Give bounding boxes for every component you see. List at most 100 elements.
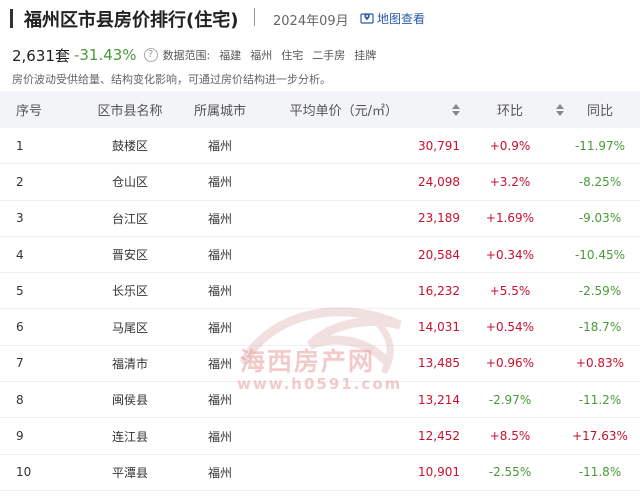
cell-yoy: -18.7% <box>578 320 622 335</box>
cell-rank: 4 <box>16 247 24 262</box>
cell-yoy: -9.03% <box>578 211 622 226</box>
cell-rank: 5 <box>16 283 24 298</box>
cell-rank: 2 <box>16 174 24 189</box>
cell-price: 23,189 <box>418 211 460 226</box>
cell-yoy: -2.59% <box>578 283 622 298</box>
cell-city: 福州 <box>207 175 232 190</box>
table-row[interactable]: 4 晋安区 福州 20,584 +0.34% -10.45% <box>0 237 640 274</box>
cell-mom: +1.69% <box>485 211 535 226</box>
cell-price: 16,232 <box>418 283 460 298</box>
header-mom[interactable]: 环比 <box>460 100 564 119</box>
header-district: 区市县名称 <box>97 104 163 119</box>
cell-yoy: +0.83% <box>575 356 625 371</box>
table-row[interactable]: 8 闽侯县 福州 13,214 -2.97% -11.2% <box>0 382 640 419</box>
cell-city: 福州 <box>207 284 232 299</box>
cell-rank: 9 <box>16 429 24 444</box>
table-row[interactable]: 3 台江区 福州 23,189 +1.69% -9.03% <box>0 201 640 237</box>
cell-district[interactable]: 鼓楼区 <box>80 137 180 154</box>
cell-price: 24,098 <box>418 174 460 189</box>
table-row[interactable]: 6 马尾区 福州 14,031 +0.54% -18.7% <box>0 309 640 346</box>
cell-rank: 8 <box>16 392 24 407</box>
table-row[interactable]: 2 仓山区 福州 24,098 +3.2% -8.25% <box>0 164 640 201</box>
price-note: 房价波动受供给量、结构变化影响，可通过房价结构进一步分析。 <box>12 73 331 86</box>
help-icon[interactable]: ? <box>143 48 158 62</box>
cell-rank: 10 <box>16 465 32 480</box>
cell-price: 13,214 <box>418 392 460 407</box>
header-price-label: 平均单价（元/㎡） <box>289 104 398 119</box>
table-row[interactable]: 1 鼓楼区 福州 30,791 +0.9% -11.97% <box>0 128 640 165</box>
table-row[interactable]: 5 长乐区 福州 16,232 +5.5% -2.59% <box>0 273 640 310</box>
cell-city: 福州 <box>207 393 232 408</box>
sort-icon[interactable] <box>556 103 564 116</box>
map-pin-icon <box>360 13 374 24</box>
cell-rank: 7 <box>16 356 24 371</box>
cell-yoy: -11.97% <box>574 138 626 153</box>
cell-mom: +0.54% <box>485 320 535 335</box>
ranking-table: 序号 区市县名称 所属城市 平均单价（元/㎡） 环比 同比 1 鼓楼区 福州 30,7… <box>0 91 640 491</box>
cell-mom: -2.55% <box>488 465 532 480</box>
cell-city: 福州 <box>207 248 232 263</box>
cell-yoy: -11.8% <box>578 465 622 480</box>
cell-district[interactable]: 仓山区 <box>80 173 180 190</box>
cell-yoy: -10.45% <box>574 247 626 262</box>
cell-yoy: -11.2% <box>578 392 622 407</box>
cell-mom: +5.5% <box>489 283 531 298</box>
cell-district[interactable]: 平潭县 <box>80 464 180 481</box>
cell-rank: 3 <box>16 211 24 226</box>
sort-icon[interactable] <box>452 103 460 116</box>
header-rank: 序号 <box>16 104 43 119</box>
table-header: 序号 区市县名称 所属城市 平均单价（元/㎡） 环比 同比 <box>0 91 640 128</box>
title-accent-bar <box>10 9 13 28</box>
cell-district[interactable]: 台江区 <box>80 210 180 227</box>
scope-item-market[interactable]: 二手房 <box>312 47 345 63</box>
cell-district[interactable]: 长乐区 <box>80 282 180 299</box>
cell-mom: +8.5% <box>489 429 531 444</box>
page-title: 福州区市县房价排行(住宅) <box>24 10 239 31</box>
map-view-label: 地图查看 <box>377 11 426 26</box>
listing-change: -31.43% <box>73 46 137 64</box>
scope-item-type[interactable]: 住宅 <box>281 47 303 63</box>
scope-item-city[interactable]: 福州 <box>250 47 272 63</box>
header-city: 所属城市 <box>193 104 246 119</box>
scope-item-source[interactable]: 挂牌 <box>354 47 376 63</box>
map-view-link[interactable]: 地图查看 <box>360 8 425 28</box>
table-body: 1 鼓楼区 福州 30,791 +0.9% -11.97% 2 仓山区 福州 24,098 +3.2… <box>0 128 640 491</box>
cell-price: 14,031 <box>418 320 460 335</box>
cell-city: 福州 <box>207 211 232 226</box>
cell-district[interactable]: 连江县 <box>80 428 180 445</box>
header-yoy: 同比 <box>586 104 613 119</box>
table-row[interactable]: 7 福清市 福州 13,485 +0.96% +0.83% <box>0 346 640 383</box>
cell-mom: +0.34% <box>485 247 535 262</box>
cell-price: 13,485 <box>418 356 460 371</box>
title-divider <box>254 8 255 26</box>
cell-city: 福州 <box>207 320 232 335</box>
page-header: 福州区市县房价排行(住宅) 2024年09月 地图查看 <box>0 0 640 40</box>
table-row[interactable]: 9 连江县 福州 12,452 +8.5% +17.63% <box>0 418 640 455</box>
cell-district[interactable]: 福清市 <box>80 355 180 372</box>
cell-district[interactable]: 闽侯县 <box>80 391 180 408</box>
date-label: 2024年09月 <box>273 14 349 29</box>
cell-mom: +3.2% <box>489 174 531 189</box>
scope-label: 数据范围: <box>162 49 211 62</box>
cell-city: 福州 <box>207 465 232 480</box>
cell-price: 10,901 <box>418 465 460 480</box>
cell-price: 12,452 <box>418 429 460 444</box>
summary-stats: 2,631套 -31.43% ? 数据范围: 福建 福州 住宅 二手房 挂牌 <box>12 45 376 65</box>
cell-city: 福州 <box>207 356 232 371</box>
cell-district[interactable]: 晋安区 <box>80 246 180 263</box>
table-row[interactable]: 10 平潭县 福州 10,901 -2.55% -11.8% <box>0 455 640 491</box>
cell-city: 福州 <box>207 429 232 444</box>
scope-item-province[interactable]: 福建 <box>219 47 241 63</box>
cell-price: 30,791 <box>418 138 460 153</box>
cell-city: 福州 <box>207 139 232 154</box>
cell-rank: 6 <box>16 320 24 335</box>
cell-mom: -2.97% <box>488 392 532 407</box>
listing-count: 2,631套 <box>12 46 70 65</box>
cell-mom: +0.9% <box>489 138 531 153</box>
header-mom-label: 环比 <box>496 104 523 119</box>
cell-price: 20,584 <box>418 247 460 262</box>
cell-mom: +0.96% <box>485 356 535 371</box>
cell-district[interactable]: 马尾区 <box>80 319 180 336</box>
header-price[interactable]: 平均单价（元/㎡） <box>260 100 460 119</box>
cell-rank: 1 <box>16 138 24 153</box>
